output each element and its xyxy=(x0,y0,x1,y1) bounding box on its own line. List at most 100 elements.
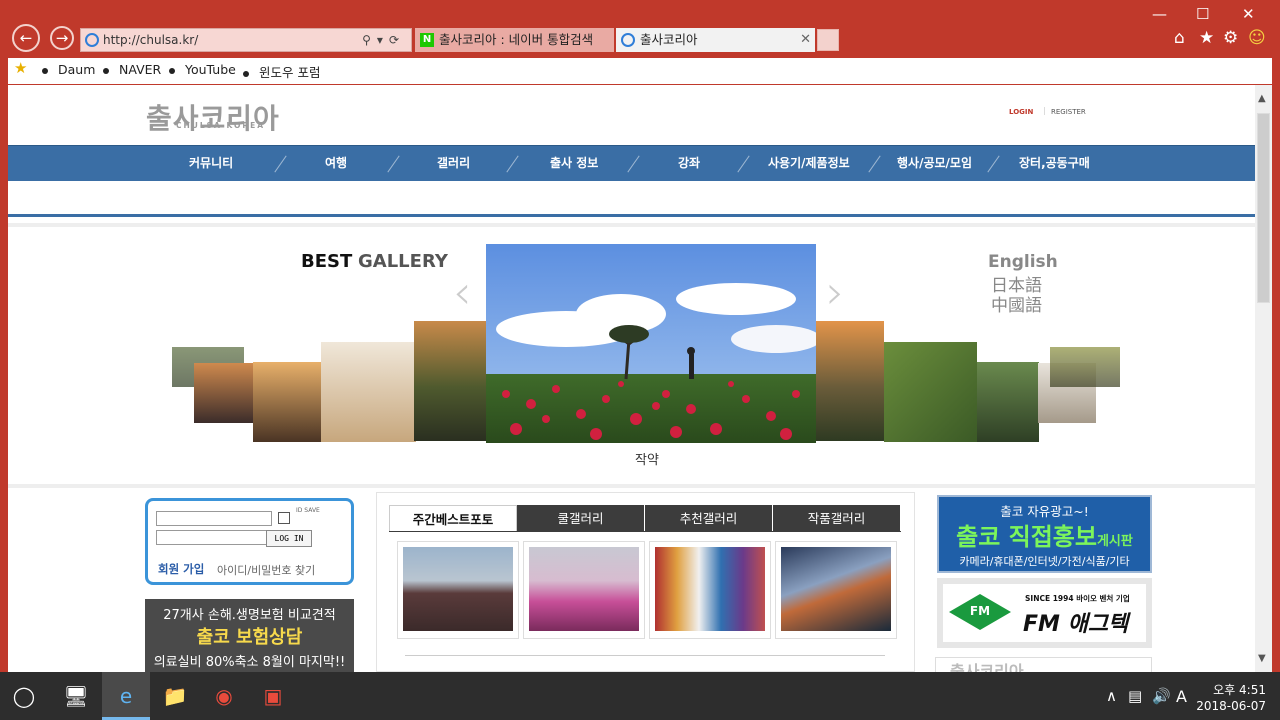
tab-chulsa-korea[interactable]: 출사코리아 ✕ xyxy=(616,28,815,52)
close-window-icon[interactable]: ✕ xyxy=(1242,5,1255,23)
carousel-photo[interactable] xyxy=(1050,347,1120,387)
gallery-thumbnail[interactable] xyxy=(649,541,771,639)
register-link[interactable]: REGISTER xyxy=(1051,108,1086,116)
search-icon[interactable]: ⚲▾⟳ xyxy=(362,29,405,51)
cortana-icon[interactable]: ◯ xyxy=(0,672,48,720)
browser-chrome: ← → http://chulsa.kr/ ⚲▾⟳ N 출사코리아 : 네이버 … xyxy=(0,0,1280,58)
free-ad-board-banner[interactable]: 출코 자유광고~! 출코 직접홍보게시판 카메라/휴대폰/인터넷/가전/식품/기… xyxy=(937,495,1152,573)
feedback-smiley-icon[interactable]: ☺ xyxy=(1248,28,1266,48)
gallery-thumbnail[interactable] xyxy=(523,541,645,639)
scroll-down-icon[interactable]: ▼ xyxy=(1258,653,1266,664)
network-pc-icon[interactable]: 🖥 xyxy=(52,672,100,720)
insurance-ad-line3: 의료실비 80%축소 8월이 마지막!! xyxy=(153,655,346,670)
favorites-add-icon[interactable]: ★ xyxy=(14,59,27,77)
tab-label: 출사코리아 xyxy=(640,32,698,47)
chrome-icon[interactable]: ◉ xyxy=(200,672,248,720)
insurance-ad-line1: 27개사 손해.생명보험 비교견적 xyxy=(163,608,336,623)
lang-chinese[interactable]: 中國語 xyxy=(991,291,1042,316)
carousel-photo[interactable] xyxy=(884,342,977,442)
password-input[interactable] xyxy=(156,530,272,545)
free-ad-line2: 출코 직접홍보게시판 xyxy=(956,523,1133,551)
forward-button[interactable]: → xyxy=(50,26,74,50)
file-explorer-icon[interactable]: 📁 xyxy=(151,672,199,720)
id-save-label: ID SAVE xyxy=(296,507,320,514)
login-button[interactable]: LOG IN xyxy=(266,530,312,547)
menu-events[interactable]: 행사/공모/모임 xyxy=(897,146,972,182)
maximize-icon[interactable]: ☐ xyxy=(1196,5,1209,23)
favorite-daum[interactable]: Daum xyxy=(42,62,95,77)
ie-taskbar-icon[interactable]: e xyxy=(102,672,150,720)
bottom-banner[interactable]: 출사코리아 xyxy=(935,657,1152,672)
gallery-thumbnail[interactable] xyxy=(397,541,519,639)
gallery-title: BEST GALLERY xyxy=(301,251,448,272)
tab-cool-gallery[interactable]: 쿨갤러리 xyxy=(517,505,644,532)
user-id-input[interactable] xyxy=(156,511,272,526)
join-link[interactable]: 회원 가입 xyxy=(158,561,204,577)
lang-english[interactable]: English xyxy=(988,252,1058,272)
id-save-checkbox[interactable] xyxy=(278,512,290,524)
app-icon[interactable]: ▣ xyxy=(249,672,297,720)
gallery-tabs-box: 주간베스트포토 쿨갤러리 추천갤러리 작품갤러리 xyxy=(376,492,915,672)
site-logo[interactable]: 출사코리아 xyxy=(146,97,280,137)
divider xyxy=(8,223,1255,227)
new-tab-button[interactable] xyxy=(817,29,839,51)
fm-agtech-banner[interactable]: FM SINCE 1994 바이오 벤처 기업 FM 애그텍 xyxy=(937,578,1152,648)
ime-indicator[interactable]: A xyxy=(1176,687,1187,706)
favorite-youtube[interactable]: YouTube xyxy=(169,62,236,77)
featured-photo-caption: 작약 xyxy=(635,453,659,468)
close-tab-icon[interactable]: ✕ xyxy=(800,28,811,52)
insurance-ad-line2: 출코 보험상담 xyxy=(196,627,303,648)
favorite-naver[interactable]: NAVER xyxy=(103,62,161,77)
carousel-photo[interactable] xyxy=(321,342,416,442)
carousel-photo[interactable] xyxy=(977,362,1039,442)
address-bar[interactable]: http://chulsa.kr/ ⚲▾⟳ xyxy=(80,28,412,52)
peony-field-photo xyxy=(486,244,816,443)
menu-lectures[interactable]: 강좌 xyxy=(678,146,700,182)
menu-community[interactable]: 커뮤니티 xyxy=(189,146,233,182)
login-box: ID SAVE LOG IN 회원 가입 아이디/비밀번호 찾기 xyxy=(145,498,354,585)
clock[interactable]: 오후 4:51 2018-06-07 xyxy=(1196,682,1266,714)
gallery-next-arrow[interactable]: › xyxy=(826,265,844,319)
site-logo-sub: CHULSA KOREA xyxy=(176,121,266,130)
carousel-photo[interactable] xyxy=(816,321,884,441)
volume-icon[interactable]: 🔊 xyxy=(1152,687,1171,705)
tab-naver-search[interactable]: N 출사코리아 : 네이버 통합검색 xyxy=(415,28,614,52)
favorites-star-icon[interactable]: ★ xyxy=(1199,28,1214,48)
find-account-link[interactable]: 아이디/비밀번호 찾기 xyxy=(217,562,315,578)
gallery-thumbnail[interactable] xyxy=(775,541,897,639)
menu-reviews[interactable]: 사용기/제품정보 xyxy=(768,146,850,182)
favorite-windows-forum[interactable]: 윈도우 포럼 xyxy=(243,62,320,81)
naver-icon: N xyxy=(420,33,434,47)
tab-weekly-best[interactable]: 주간베스트포토 xyxy=(389,505,517,532)
login-link[interactable]: LOGIN xyxy=(1009,108,1033,116)
menu-market[interactable]: 장터,공동구매 xyxy=(1019,146,1090,182)
menu-photo-info[interactable]: 출사 정보 xyxy=(550,146,598,182)
ie-icon xyxy=(85,33,99,47)
menu-travel[interactable]: 여행 xyxy=(325,146,347,182)
scroll-up-icon[interactable]: ▲ xyxy=(1258,93,1266,104)
featured-photo[interactable] xyxy=(486,244,816,443)
gallery-prev-arrow[interactable]: ‹ xyxy=(453,265,471,319)
tab-recommended-gallery[interactable]: 추천갤러리 xyxy=(645,505,772,532)
tray-chevron-icon[interactable]: ∧ xyxy=(1106,687,1117,705)
main-menu: 커뮤니티 여행 갤러리 출사 정보 강좌 사용기/제품정보 행사/공모/모임 장… xyxy=(8,145,1255,181)
taskbar: ◯ 🖥 e 📁 ◉ ▣ ∧ ▤ 🔊 A 오후 4:51 2018-06-07 xyxy=(0,672,1280,720)
carousel-photo[interactable] xyxy=(414,321,494,441)
fm-since-text: SINCE 1994 바이오 벤처 기업 xyxy=(1025,594,1130,603)
fm-agtech-logo: FM xyxy=(949,594,1011,630)
vertical-scrollbar[interactable]: ▲ ▼ xyxy=(1255,85,1272,672)
tab-artwork-gallery[interactable]: 작품갤러리 xyxy=(773,505,900,532)
menu-gallery[interactable]: 갤러리 xyxy=(437,146,470,182)
network-icon[interactable]: ▤ xyxy=(1128,687,1142,705)
minimize-icon[interactable]: — xyxy=(1152,5,1167,23)
favorites-bar: ★ Daum NAVER YouTube 윈도우 포럼 xyxy=(8,58,1272,84)
ie-icon xyxy=(621,33,635,47)
divider xyxy=(8,484,1255,488)
back-button[interactable]: ← xyxy=(12,24,40,52)
insurance-ad[interactable]: 27개사 손해.생명보험 비교견적 출코 보험상담 의료실비 80%축소 8월이… xyxy=(145,599,354,672)
settings-gear-icon[interactable]: ⚙ xyxy=(1223,28,1238,48)
home-icon[interactable]: ⌂ xyxy=(1174,28,1185,48)
scrollbar-thumb[interactable] xyxy=(1257,113,1270,303)
url-text: http://chulsa.kr/ xyxy=(103,33,199,47)
free-ad-line3: 카메라/휴대폰/인터넷/가전/식품/기타 xyxy=(959,555,1130,568)
